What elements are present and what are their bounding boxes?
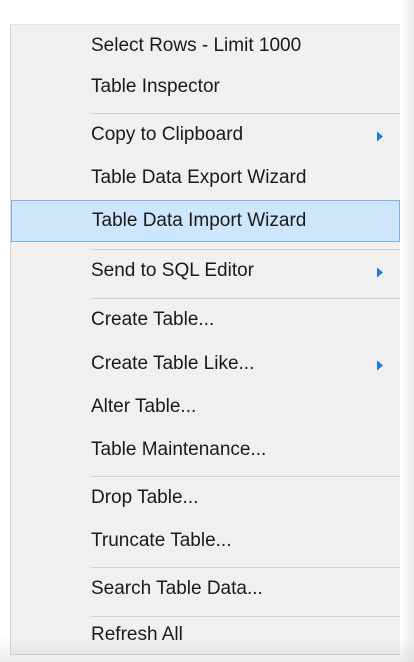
submenu-arrow-icon xyxy=(377,360,383,371)
menu-item-select-rows[interactable]: Select Rows - Limit 1000 xyxy=(11,27,400,65)
menu-item-label: Alter Table... xyxy=(91,396,197,418)
menu-item-alter-table[interactable]: Alter Table... xyxy=(11,387,400,427)
menu-item-label: Refresh All xyxy=(91,624,183,646)
menu-item-label: Copy to Clipboard xyxy=(91,124,244,146)
menu-item-label: Table Maintenance... xyxy=(91,439,267,461)
menu-item-send-to-sql-editor[interactable]: Send to SQL Editor xyxy=(11,250,400,292)
menu-item-truncate-table[interactable]: Truncate Table... xyxy=(11,521,400,561)
menu-bottom-border xyxy=(10,654,400,655)
menu-item-table-inspector[interactable]: Table Inspector xyxy=(11,67,400,107)
menu-item-refresh-all[interactable]: Refresh All xyxy=(11,617,400,653)
menu-shadow-right xyxy=(400,0,414,662)
submenu-arrow-icon xyxy=(377,267,383,278)
menu-item-create-table[interactable]: Create Table... xyxy=(11,299,400,341)
menu-item-label: Create Table... xyxy=(91,309,215,331)
menu-item-label: Table Data Export Wizard xyxy=(91,167,307,189)
menu-item-label: Send to SQL Editor xyxy=(91,260,255,282)
menu-item-copy-to-clipboard[interactable]: Copy to Clipboard xyxy=(11,114,400,156)
menu-item-label: Select Rows - Limit 1000 xyxy=(91,35,302,57)
menu-item-table-data-import-wizard[interactable]: Table Data Import Wizard xyxy=(11,200,400,242)
menu-item-label: Truncate Table... xyxy=(91,530,232,552)
submenu-arrow-icon xyxy=(377,131,383,142)
menu-item-search-table-data[interactable]: Search Table Data... xyxy=(11,568,400,610)
menu-item-label: Table Inspector xyxy=(91,76,220,98)
menu-item-label: Drop Table... xyxy=(91,487,199,509)
menu-item-label: Create Table Like... xyxy=(91,353,255,375)
menu-item-table-maintenance[interactable]: Table Maintenance... xyxy=(11,429,400,471)
menu-item-create-table-like[interactable]: Create Table Like... xyxy=(11,343,400,385)
menu-item-label: Table Data Import Wizard xyxy=(92,210,307,232)
menu-item-drop-table[interactable]: Drop Table... xyxy=(11,477,400,519)
context-menu: Select Rows - Limit 1000 Table Inspector… xyxy=(10,24,400,654)
menu-item-table-data-export-wizard[interactable]: Table Data Export Wizard xyxy=(11,158,400,198)
menu-item-label: Search Table Data... xyxy=(91,578,263,600)
